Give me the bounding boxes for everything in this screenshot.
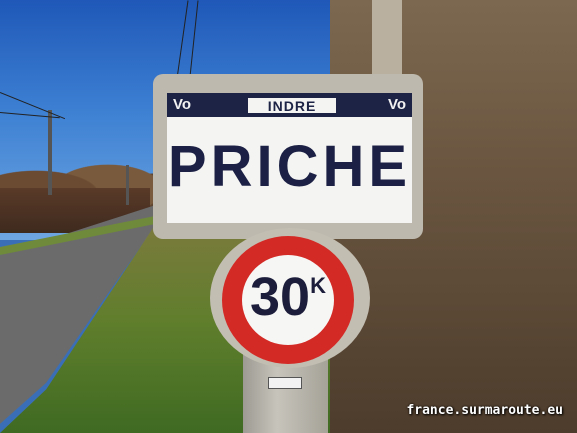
manufacturer-plaque	[268, 377, 302, 389]
photo-scene: Vo INDRE Vo PRICHE 30K france.surmaroute…	[0, 0, 577, 433]
department-label: INDRE	[247, 97, 337, 114]
town-sign-plate: Vo INDRE Vo PRICHE	[167, 93, 412, 223]
speed-limit-sign: 30K	[242, 267, 334, 327]
speed-limit-unit: K	[310, 273, 326, 298]
speed-limit-value: 30	[250, 267, 311, 327]
utility-pole	[126, 165, 129, 205]
town-name: PRICHE	[167, 134, 412, 199]
watermark: france.surmaroute.eu	[406, 403, 563, 418]
band-left-label: Vo	[173, 96, 192, 113]
sign-band: Vo INDRE Vo	[167, 93, 412, 117]
band-right-label: Vo	[387, 96, 406, 113]
utility-pole	[48, 110, 52, 195]
